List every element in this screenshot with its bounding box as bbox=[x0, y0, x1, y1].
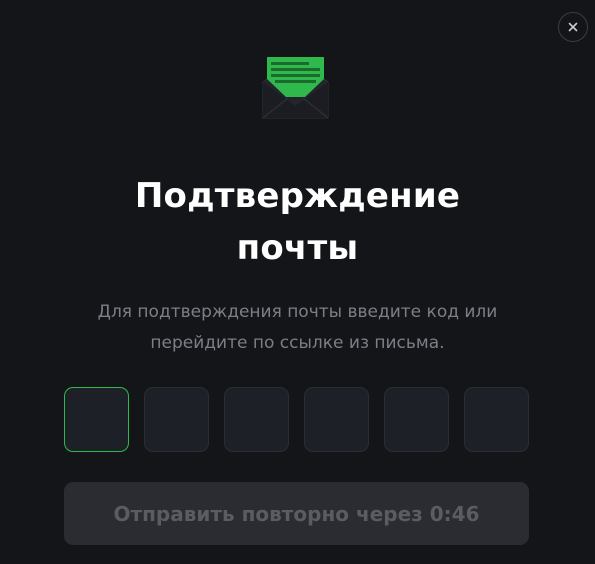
instructions-text: Для подтверждения почты введите код или … bbox=[60, 297, 535, 359]
code-digit-2[interactable] bbox=[144, 387, 209, 452]
verification-code-input bbox=[64, 387, 529, 452]
close-icon bbox=[568, 22, 578, 32]
close-button[interactable] bbox=[558, 12, 588, 42]
code-digit-6[interactable] bbox=[464, 387, 529, 452]
title-line-2: почты bbox=[236, 228, 359, 268]
resend-code-label: Отправить повторно через 0:46 bbox=[113, 501, 480, 526]
page-title: Подтверждение почты bbox=[0, 170, 595, 274]
code-digit-1[interactable] bbox=[64, 387, 129, 452]
code-digit-4[interactable] bbox=[304, 387, 369, 452]
email-verification-dialog: Подтверждение почты Для подтверждения по… bbox=[0, 0, 595, 564]
code-digit-5[interactable] bbox=[384, 387, 449, 452]
resend-code-button[interactable]: Отправить повторно через 0:46 bbox=[64, 482, 529, 545]
mail-open-icon bbox=[262, 57, 329, 119]
instructions-line-2: перейдите по ссылке из письма. bbox=[150, 333, 445, 353]
code-digit-3[interactable] bbox=[224, 387, 289, 452]
instructions-line-1: Для подтверждения почты введите код или bbox=[97, 302, 498, 322]
title-line-1: Подтверждение bbox=[134, 176, 461, 216]
